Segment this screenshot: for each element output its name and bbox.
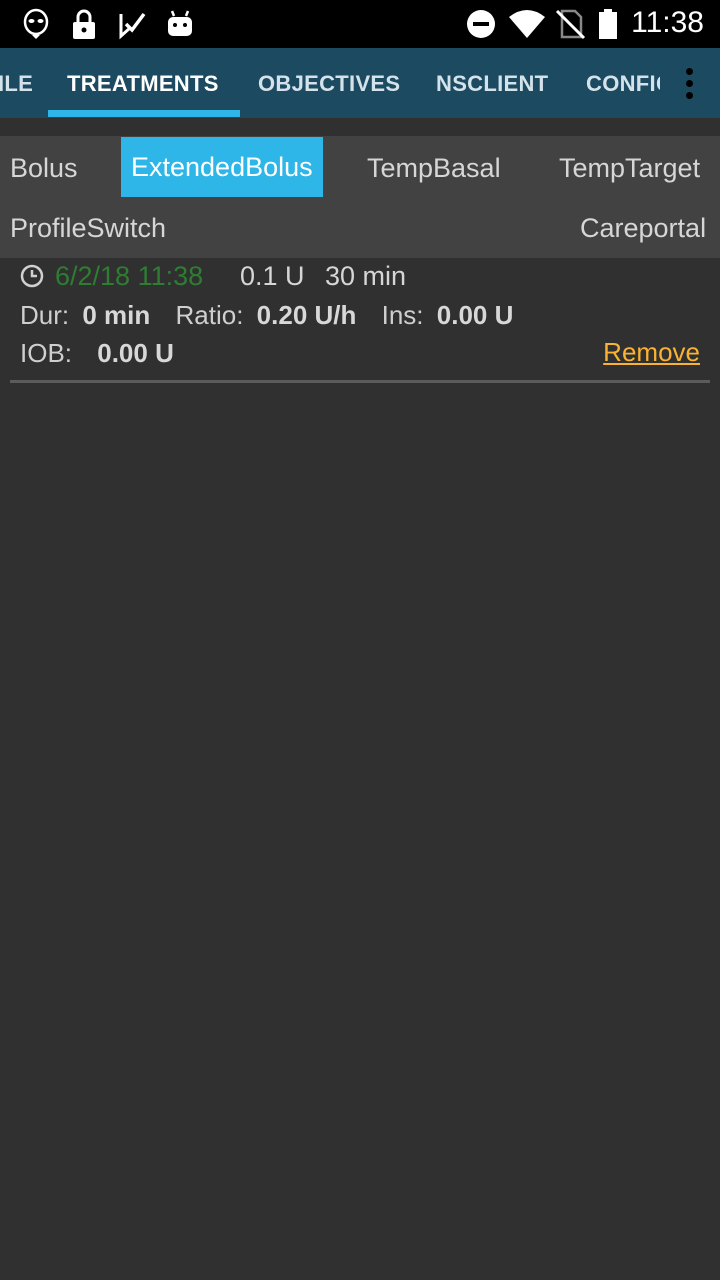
iob-label: IOB:: [20, 338, 73, 368]
active-tab-indicator: [48, 110, 240, 117]
status-bar: 11:38: [0, 0, 720, 48]
alien-icon: [23, 8, 49, 39]
entry-divider: [10, 380, 710, 383]
ins-value: 0.00 U: [436, 300, 514, 330]
overflow-menu-button[interactable]: [660, 48, 720, 118]
check-play-icon: [119, 12, 146, 40]
iob-value: 0.00 U: [97, 338, 174, 368]
ins-label: Ins:: [381, 300, 424, 330]
entry-amount: 0.1 U: [240, 261, 305, 291]
android-icon: [168, 10, 192, 36]
subtab-careportal[interactable]: Careportal: [580, 198, 706, 258]
tab-nsclient[interactable]: NSCLIENT: [436, 48, 548, 118]
wifi-icon: [509, 10, 545, 38]
subtab-temp-basal[interactable]: TempBasal: [367, 138, 501, 198]
no-sim-icon: [555, 9, 586, 40]
tab-objectives[interactable]: OBJECTIVES: [258, 48, 400, 118]
battery-icon: [599, 9, 617, 39]
subtab-bolus[interactable]: Bolus: [10, 138, 78, 198]
clock-icon: [20, 264, 44, 288]
tab-treatments[interactable]: TREATMENTS: [67, 48, 219, 118]
overflow-dot-icon: [686, 92, 693, 99]
overflow-dot-icon: [686, 68, 693, 75]
top-tab-bar: ILE TREATMENTS OBJECTIVES NSCLIENT CONFI…: [0, 48, 720, 118]
dnd-icon: [467, 10, 495, 38]
remove-link[interactable]: Remove: [603, 337, 700, 368]
dur-value: 0 min: [82, 300, 151, 330]
treatment-subtabs: Bolus ExtendedBolus TempBasal TempTarget…: [0, 136, 720, 258]
tab-profile[interactable]: ILE: [0, 48, 33, 118]
entry-iob-row: IOB: 0.00 U: [20, 338, 174, 369]
ratio-label: Ratio:: [175, 300, 244, 330]
ratio-value: 0.20 U/h: [256, 300, 357, 330]
subtab-extended-bolus[interactable]: ExtendedBolus: [121, 137, 323, 197]
subtab-temp-target[interactable]: TempTarget: [559, 138, 700, 198]
lock-icon: [73, 9, 95, 39]
subtab-profile-switch[interactable]: ProfileSwitch: [10, 198, 166, 258]
dur-label: Dur:: [20, 300, 70, 330]
clock-time: 11:38: [631, 6, 704, 39]
entry-details-row: Dur: 0 min Ratio: 0.20 U/h Ins: 0.00 U: [20, 300, 513, 331]
overflow-dot-icon: [686, 80, 693, 87]
entry-date: 6/2/18 11:38: [55, 261, 204, 291]
entry-duration: 30 min: [325, 261, 407, 291]
